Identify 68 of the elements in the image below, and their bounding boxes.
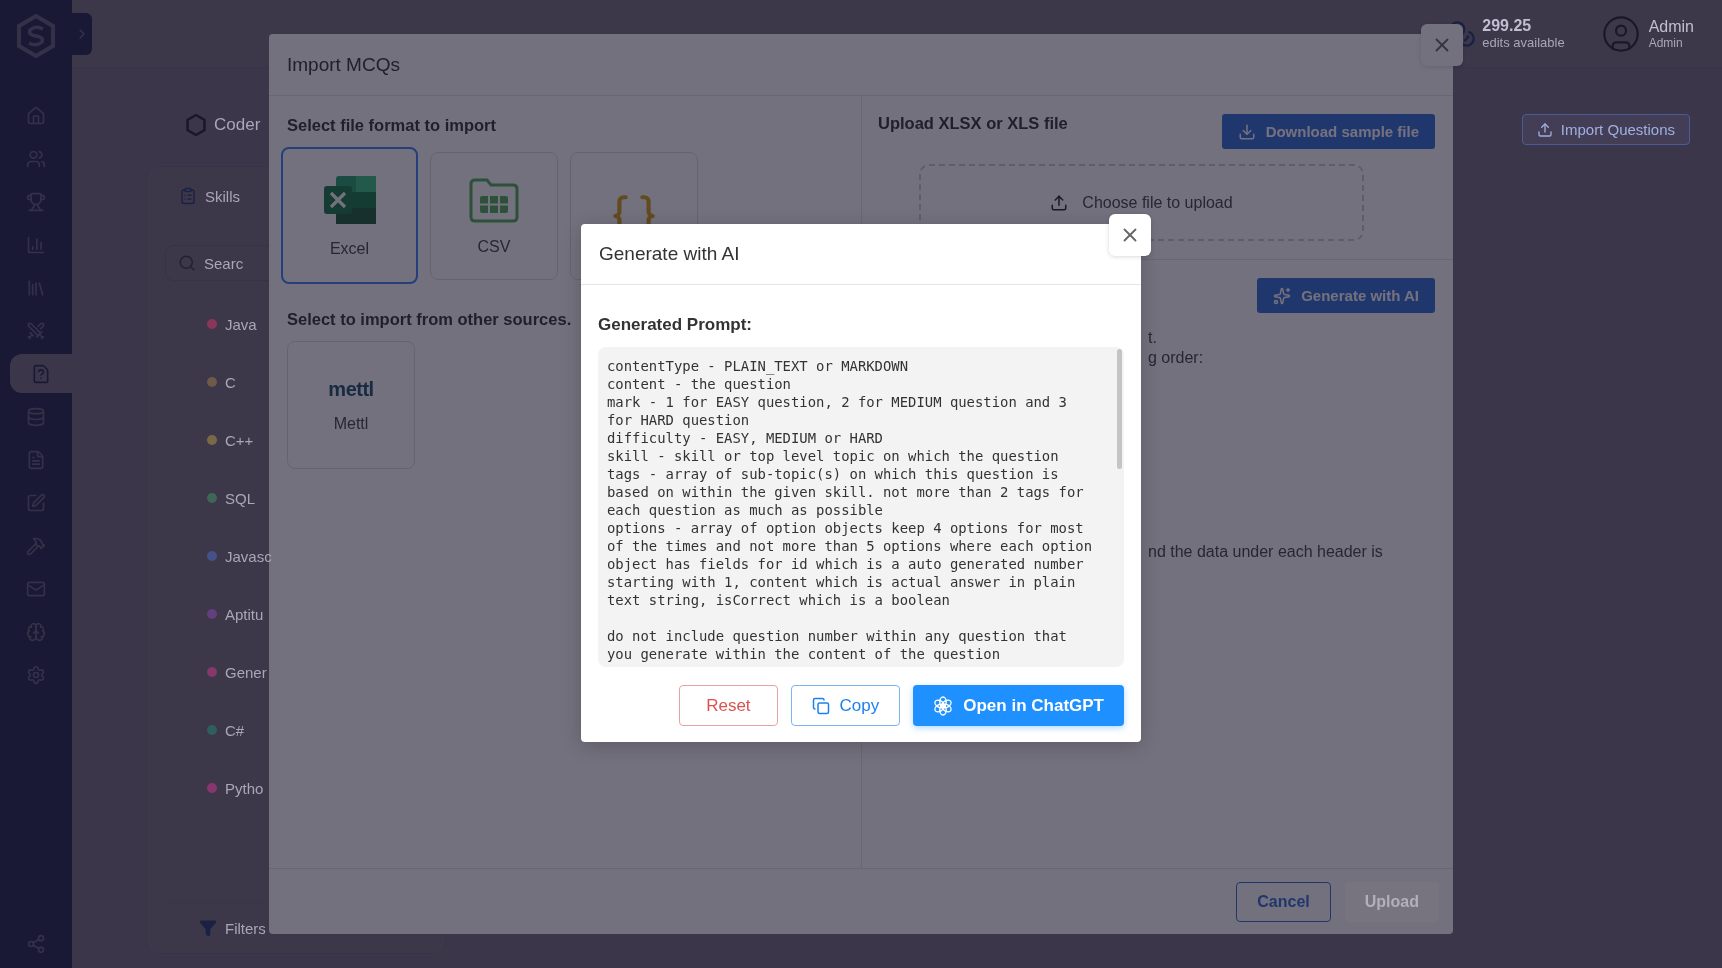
- cancel-button[interactable]: Cancel: [1236, 881, 1331, 922]
- instruction-text: nd the data under each header is: [1148, 543, 1384, 561]
- skill-item[interactable]: C: [225, 373, 236, 391]
- trophy-icon: [26, 191, 46, 212]
- copy-icon: [811, 696, 830, 715]
- user-name: Admin: [1648, 17, 1694, 36]
- search-icon: [178, 254, 196, 272]
- filter-icon: [199, 919, 217, 937]
- settings-icon: [26, 664, 46, 685]
- document-icon: [26, 449, 46, 470]
- clipboard-icon: [179, 187, 197, 205]
- source-logo: mettl: [328, 377, 374, 401]
- users-icon: [26, 148, 46, 169]
- skill-item[interactable]: Java: [225, 315, 257, 333]
- skill-item[interactable]: Pytho: [225, 779, 264, 797]
- skill-item[interactable]: C#: [225, 721, 245, 739]
- hexagon-logo-icon: [16, 14, 56, 58]
- home-icon: [26, 105, 46, 126]
- format-option[interactable]: Excel: [281, 147, 418, 284]
- generate-ai-button[interactable]: Generate with AI: [1257, 278, 1435, 313]
- user-role: Admin: [1648, 35, 1684, 50]
- brand-name: Coder: [214, 115, 261, 135]
- expand-sidebar-button[interactable]: [72, 13, 92, 55]
- swords-icon: [26, 320, 46, 341]
- skill-item[interactable]: SQL: [225, 489, 255, 507]
- section-heading: Select file format to import: [287, 116, 497, 135]
- head-icon: [26, 621, 46, 642]
- spreadsheet-icon: [321, 173, 378, 226]
- sidebar-item[interactable]: [10, 354, 72, 393]
- section-heading: Upload XLSX or XLS file: [878, 114, 1068, 133]
- section-heading: Select to import from other sources.: [287, 310, 572, 329]
- reset-button[interactable]: Reset: [679, 685, 778, 726]
- question-book-icon: [31, 363, 51, 384]
- instruction-text: g order:: [1148, 349, 1205, 367]
- close-button[interactable]: [1421, 24, 1463, 66]
- skill-item[interactable]: Aptitu: [225, 605, 264, 623]
- flower-knot-icon: [933, 695, 954, 716]
- credits-caption: edits available: [1482, 35, 1565, 50]
- credits-amount: 299.25: [1482, 17, 1533, 35]
- scrollbar-thumb[interactable]: [1117, 349, 1122, 469]
- instruction-text: t.: [1148, 329, 1158, 347]
- avatar-icon[interactable]: [1600, 13, 1641, 54]
- sparkles-icon: [1273, 286, 1292, 305]
- prompt-box[interactable]: contentType - PLAIN_TEXT or MARKDOWN content - the question mark - 1 for EASY question, 2 for MEDIUM question and 3 for HARD question difficulty - EASY, MEDIUM or HARD skill - skill or top level topic on which the question tags - array of sub-topic(s) on which this question is based on within the given skill. not more than 2 tags for each question as much as possible options - array of option objects keep 4 options for most of the times and not more than 5 options where each option object has fields for id which is a auto generated number starting with 1, content which is actual answer in plain text string, isCorrect which is a boolean do not include question number within any question that you generate within the content of the question: [598, 347, 1124, 667]
- filters-button[interactable]: Filters: [225, 919, 266, 937]
- edit-icon: [26, 492, 46, 513]
- chart-icon: [26, 234, 46, 255]
- download-sample-button[interactable]: Download sample file: [1221, 114, 1435, 149]
- database-icon: [26, 406, 46, 427]
- download-icon: [1237, 122, 1256, 141]
- skill-item[interactable]: C++: [225, 431, 254, 449]
- close-button[interactable]: [1109, 214, 1151, 256]
- format-option[interactable]: CSV: [430, 151, 558, 280]
- hammer-icon: [26, 535, 46, 556]
- dialog-title: Generate with AI: [599, 243, 740, 265]
- import-questions-button[interactable]: Import Questions: [1521, 114, 1690, 145]
- dialog-title: Import MCQs: [287, 53, 400, 76]
- skill-item[interactable]: Gener: [225, 663, 267, 681]
- source-option[interactable]: mettl Mettl: [287, 341, 415, 469]
- skills-tab[interactable]: Skills: [205, 187, 240, 205]
- upload-icon: [1050, 193, 1069, 212]
- copy-button[interactable]: Copy: [790, 685, 901, 726]
- prompt-label: Generated Prompt:: [598, 315, 753, 335]
- skill-item[interactable]: Javasc: [225, 547, 272, 565]
- upload-icon: [1536, 121, 1553, 138]
- nodes-icon[interactable]: [26, 934, 46, 954]
- open-chat-button[interactable]: Open in ChatGPT: [913, 685, 1124, 726]
- hexagon-logo-icon: [186, 114, 206, 136]
